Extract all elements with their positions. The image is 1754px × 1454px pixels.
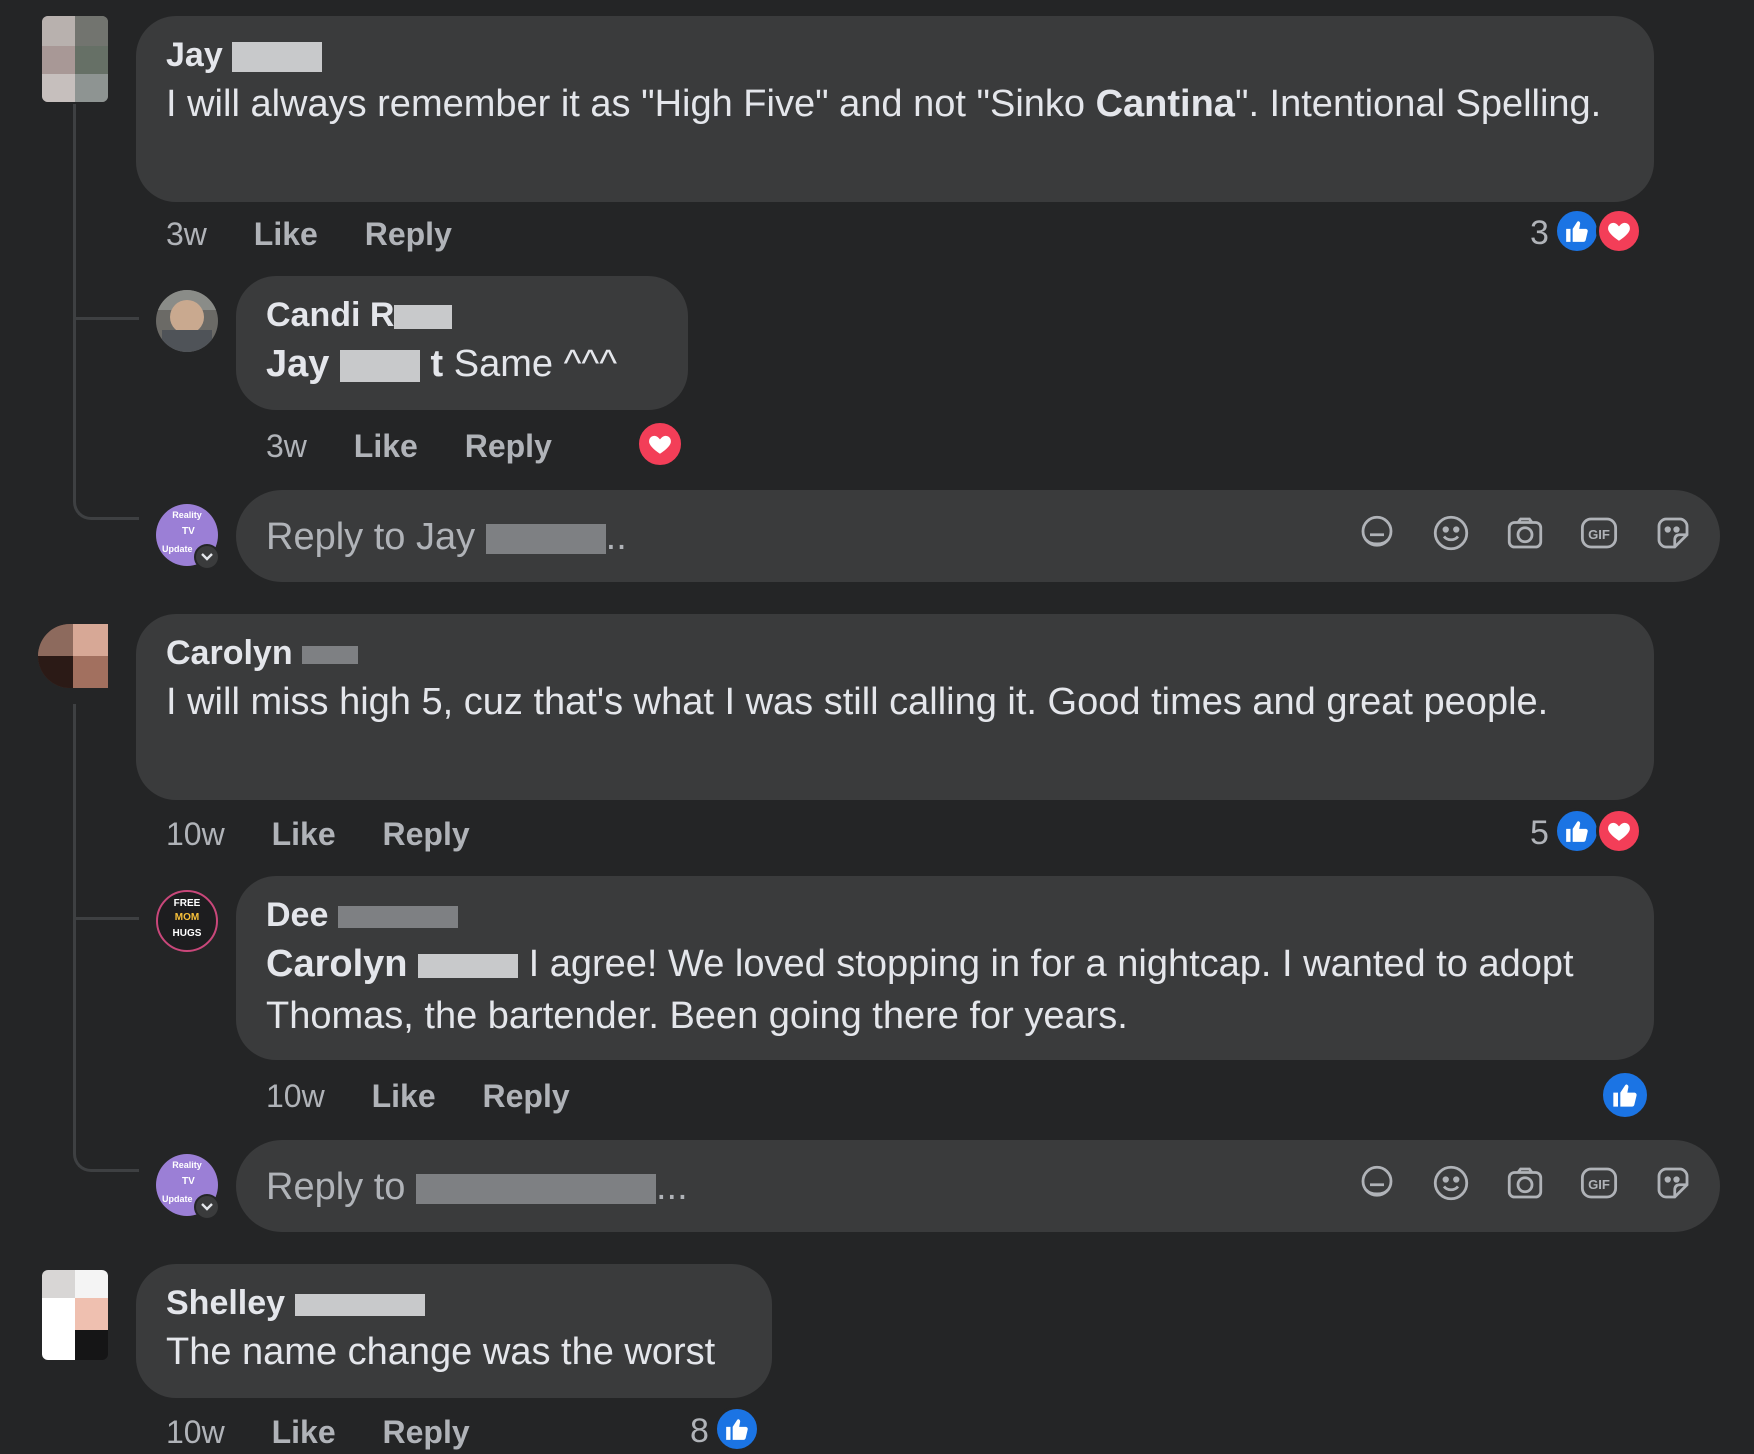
- comment-time[interactable]: 3w: [166, 216, 207, 252]
- comment-author[interactable]: Jay: [166, 36, 323, 75]
- like-icon[interactable]: [714, 1406, 760, 1452]
- reply-author[interactable]: Dee: [266, 896, 458, 935]
- avatar-badge-text: TV: [182, 526, 195, 537]
- thread-branch-candi: [73, 280, 139, 320]
- like-button[interactable]: Like: [272, 1414, 336, 1450]
- gif-label: GIF: [1588, 1177, 1610, 1192]
- comment-text: I will always remember it as "High Five"…: [166, 83, 1602, 125]
- reply-time[interactable]: 3w: [266, 428, 307, 464]
- gif-label: GIF: [1588, 527, 1610, 542]
- like-button[interactable]: Like: [354, 428, 418, 464]
- thread-branch-composer-1: [73, 320, 139, 520]
- reply-meta-dee: 10w Like Reply: [266, 1078, 570, 1115]
- comment-bubble-jay: Jay I will always remember it as "High F…: [136, 16, 1654, 202]
- comment-meta-jay: 3w Like Reply: [166, 216, 452, 253]
- reply-bubble-dee: Dee Carolyn I agree! We loved stopping i…: [236, 876, 1654, 1060]
- like-icon[interactable]: [1554, 208, 1600, 254]
- redacted-name: [418, 953, 519, 978]
- love-icon[interactable]: [636, 420, 684, 468]
- avatar-badge-text: FREE: [173, 898, 201, 909]
- comment-author[interactable]: Shelley: [166, 1284, 425, 1323]
- gif-icon[interactable]: GIF: [1576, 1160, 1622, 1206]
- sticker-icon[interactable]: [1650, 510, 1696, 556]
- redacted-name: [294, 1294, 425, 1317]
- mention-link[interactable]: Carolyn: [266, 943, 519, 985]
- camera-icon[interactable]: [1502, 510, 1548, 556]
- reply-button[interactable]: Reply: [383, 1414, 470, 1450]
- reply-button[interactable]: Reply: [465, 428, 552, 464]
- reply-button[interactable]: Reply: [383, 816, 470, 852]
- avatar-sticker-icon[interactable]: [1354, 1160, 1400, 1206]
- reply-button[interactable]: Reply: [365, 216, 452, 252]
- reaction-count[interactable]: 3: [1530, 214, 1549, 253]
- avatar-badge-text: Update: [162, 1194, 193, 1204]
- gif-icon[interactable]: GIF: [1576, 510, 1622, 556]
- love-icon[interactable]: [1596, 208, 1642, 254]
- comment-author[interactable]: Carolyn: [166, 634, 359, 673]
- comment-time[interactable]: 10w: [166, 816, 225, 852]
- avatar-badge-text: Reality: [172, 510, 202, 520]
- avatar-jay[interactable]: [42, 16, 108, 102]
- avatar-badge-text: Reality: [172, 1160, 202, 1170]
- comment-meta-carolyn: 10w Like Reply: [166, 816, 470, 853]
- avatar-dee[interactable]: FREE MOM HUGS: [156, 890, 218, 952]
- like-icon[interactable]: [1554, 808, 1600, 854]
- avatar-sticker-icon[interactable]: [1354, 510, 1400, 556]
- redacted-name: [394, 305, 453, 330]
- redacted-name: [415, 1173, 656, 1204]
- reply-composer-jay[interactable]: Reply to Jay .. GIF: [236, 490, 1720, 582]
- like-button[interactable]: Like: [272, 816, 336, 852]
- thread-branch-dee: [73, 880, 139, 920]
- redacted-name: [232, 42, 323, 73]
- composer-placeholder: Reply to Jay ..: [266, 516, 627, 558]
- emoji-icon[interactable]: [1428, 1160, 1474, 1206]
- like-icon[interactable]: [1600, 1070, 1650, 1120]
- reaction-count[interactable]: 5: [1530, 814, 1549, 853]
- redacted-name: [337, 906, 458, 929]
- avatar-badge-text: TV: [182, 1176, 195, 1187]
- comment-text: The name change was the worst: [166, 1331, 716, 1373]
- avatar-shelley[interactable]: [42, 1270, 108, 1360]
- comment-time[interactable]: 10w: [166, 1414, 225, 1450]
- reply-text: Jay t Same ^^^: [266, 343, 618, 385]
- comment-meta-shelley: 10w Like Reply: [166, 1414, 470, 1451]
- like-button[interactable]: Like: [254, 216, 318, 252]
- love-icon[interactable]: [1596, 808, 1642, 854]
- avatar-carolyn[interactable]: [38, 624, 108, 688]
- mention-link[interactable]: Jay t: [266, 343, 443, 385]
- avatar-candi[interactable]: [156, 290, 218, 352]
- camera-icon[interactable]: [1502, 1160, 1548, 1206]
- avatar-badge-text: MOM: [174, 912, 200, 923]
- redacted-name: [339, 349, 420, 382]
- sticker-icon[interactable]: [1650, 1160, 1696, 1206]
- redacted-name: [485, 523, 606, 554]
- avatar-badge-text: Update: [162, 544, 193, 554]
- comment-bubble-carolyn: Carolyn I will miss high 5, cuz that's w…: [136, 614, 1654, 800]
- redacted-name: [302, 646, 359, 665]
- reply-time[interactable]: 10w: [266, 1078, 325, 1114]
- reply-meta-candi: 3w Like Reply: [266, 428, 552, 465]
- reply-button[interactable]: Reply: [483, 1078, 570, 1114]
- reply-author[interactable]: Candi R: [266, 296, 453, 335]
- comment-text: I will miss high 5, cuz that's what I wa…: [166, 681, 1549, 723]
- reply-text: Carolyn I agree! We loved stopping in fo…: [266, 943, 1574, 1037]
- composer-placeholder: Reply to ...: [266, 1166, 688, 1208]
- chevron-down-icon[interactable]: [194, 1194, 220, 1220]
- comment-bubble-shelley: Shelley The name change was the worst: [136, 1264, 772, 1398]
- reply-bubble-candi: Candi R Jay t Same ^^^: [236, 276, 688, 410]
- chevron-down-icon[interactable]: [194, 544, 220, 570]
- reply-composer-dee[interactable]: Reply to ... GIF: [236, 1140, 1720, 1232]
- avatar-badge-text: HUGS: [172, 928, 202, 939]
- reaction-count[interactable]: 8: [690, 1412, 709, 1451]
- like-button[interactable]: Like: [372, 1078, 436, 1114]
- emoji-icon[interactable]: [1428, 510, 1474, 556]
- thread-branch-composer-2: [73, 920, 139, 1172]
